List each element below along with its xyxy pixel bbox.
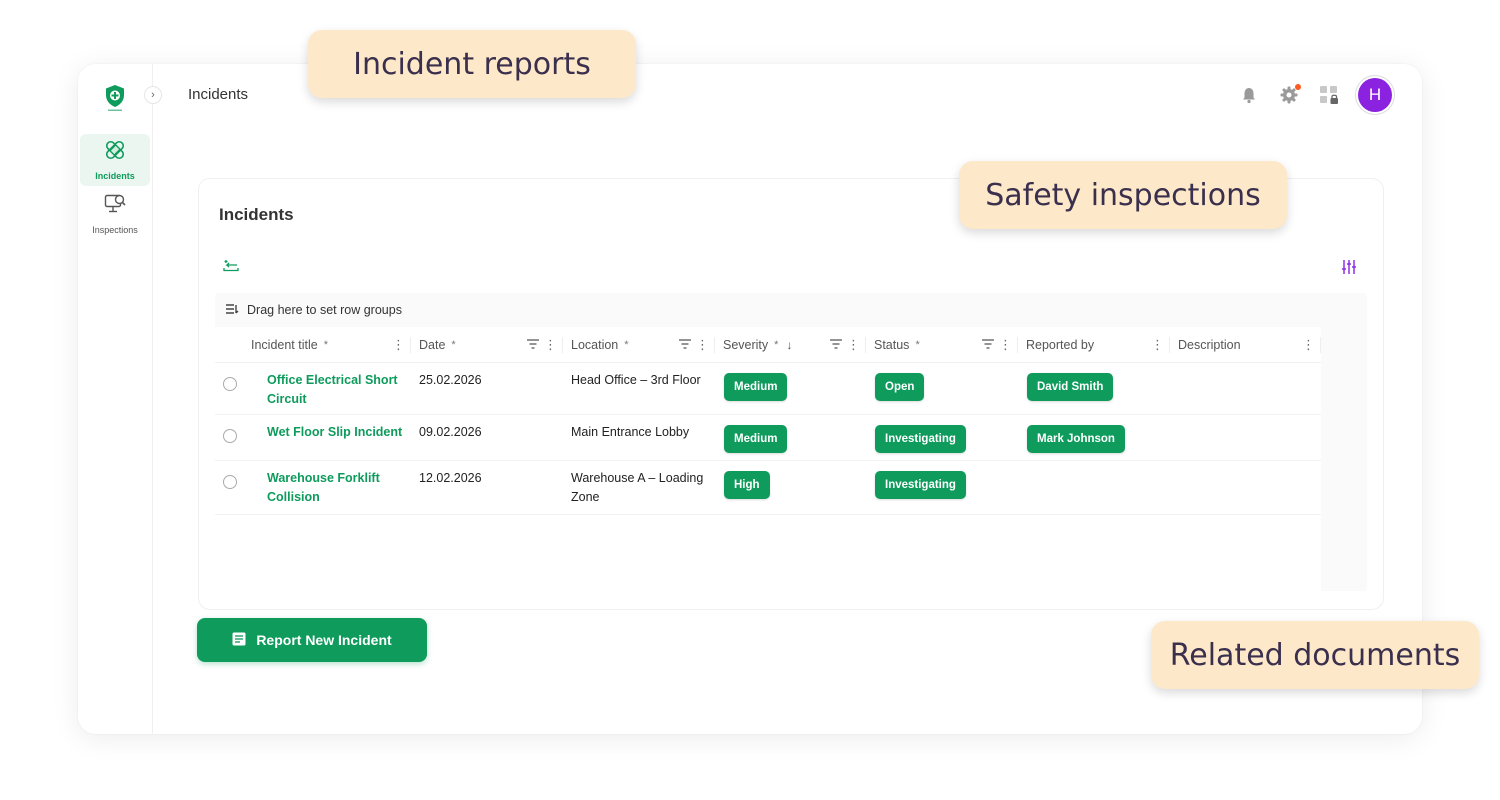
- report-button-label: Report New Incident: [256, 632, 392, 648]
- back-add-icon[interactable]: [223, 259, 239, 278]
- status-badge: Investigating: [875, 425, 966, 453]
- column-header-reported-by[interactable]: Reported by ⋮: [1018, 327, 1170, 363]
- column-menu-icon[interactable]: ⋮: [696, 337, 709, 353]
- incident-title-link[interactable]: Office Electrical Short Circuit: [267, 371, 407, 409]
- column-menu-icon[interactable]: ⋮: [847, 337, 860, 353]
- status-badge: Investigating: [875, 471, 966, 499]
- notification-dot: [1295, 84, 1301, 90]
- group-panel-text: Drag here to set row groups: [247, 303, 402, 317]
- column-header-location[interactable]: Location * ⋮: [563, 327, 715, 363]
- filter-icon[interactable]: [527, 338, 539, 352]
- bandage-icon: [104, 139, 126, 166]
- required-asterisk-icon: *: [624, 339, 629, 351]
- required-asterisk-icon: *: [774, 339, 779, 351]
- location-cell: Main Entrance Lobby: [571, 425, 690, 439]
- date-cell: 09.02.2026: [419, 425, 482, 439]
- callout-related-documents: Related documents: [1151, 621, 1479, 689]
- column-header-severity[interactable]: Severity * ↓ ⋮: [715, 327, 866, 363]
- date-cell: 25.02.2026: [419, 373, 482, 387]
- reporter-badge: Mark Johnson: [1027, 425, 1125, 453]
- card-title: Incidents: [219, 205, 294, 224]
- column-header-label: Location: [571, 338, 619, 352]
- report-new-incident-button[interactable]: Report New Incident: [197, 618, 427, 662]
- required-asterisk-icon: *: [451, 339, 456, 351]
- shield-logo-icon: [104, 84, 126, 112]
- row-select-radio[interactable]: [223, 429, 237, 443]
- callout-incident-reports: Incident reports: [308, 30, 636, 98]
- column-header-label: Date: [419, 338, 446, 352]
- column-header-incident-title[interactable]: Incident title * ⋮: [251, 327, 411, 363]
- table-row[interactable]: Warehouse Forklift Collision 12.02.2026 …: [215, 461, 1321, 515]
- date-cell: 12.02.2026: [419, 471, 482, 485]
- reporter-badge: David Smith: [1027, 373, 1114, 401]
- column-header-status[interactable]: Status * ⋮: [866, 327, 1018, 363]
- sidebar-item-label: Incidents: [95, 171, 135, 181]
- table-row[interactable]: Wet Floor Slip Incident 09.02.2026 Main …: [215, 415, 1321, 461]
- chevron-right-icon: ›: [151, 89, 155, 101]
- incident-title-link[interactable]: Warehouse Forklift Collision: [267, 469, 407, 507]
- column-header-description[interactable]: Description ⋮: [1170, 327, 1321, 363]
- grid-body: Incident title * ⋮ Date * ⋮ Location * ⋮: [215, 327, 1321, 591]
- column-header-label: Reported by: [1026, 338, 1095, 352]
- column-settings-icon[interactable]: [1341, 259, 1357, 280]
- filter-icon[interactable]: [830, 338, 842, 352]
- row-select-radio[interactable]: [223, 377, 237, 391]
- avatar[interactable]: H: [1358, 78, 1392, 112]
- apps-lock-icon[interactable]: [1318, 84, 1340, 106]
- table-row[interactable]: Office Electrical Short Circuit 25.02.20…: [215, 363, 1321, 415]
- sidebar: Incidents Inspections: [78, 64, 153, 734]
- grid-header: Incident title * ⋮ Date * ⋮ Location * ⋮: [215, 327, 1321, 363]
- location-cell: Warehouse A – Loading Zone: [571, 471, 704, 504]
- sidebar-item-inspections[interactable]: Inspections: [80, 188, 150, 240]
- sort-descending-icon[interactable]: ↓: [786, 338, 792, 352]
- row-group-panel[interactable]: Drag here to set row groups: [215, 293, 1367, 327]
- document-icon: [232, 632, 246, 649]
- group-rows-icon: [225, 303, 239, 318]
- incident-title-link[interactable]: Wet Floor Slip Incident: [267, 423, 417, 442]
- sidebar-item-label: Inspections: [92, 225, 138, 235]
- column-header-label: Incident title: [251, 338, 318, 352]
- callout-safety-inspections: Safety inspections: [959, 161, 1287, 229]
- monitor-search-icon: [104, 193, 126, 220]
- incidents-grid: Drag here to set row groups Incident tit…: [215, 293, 1367, 591]
- severity-badge: High: [724, 471, 770, 499]
- row-select-radio[interactable]: [223, 475, 237, 489]
- page-title: Incidents: [188, 86, 249, 103]
- location-cell: Head Office – 3rd Floor: [571, 373, 701, 387]
- status-badge: Open: [875, 373, 925, 401]
- filter-icon[interactable]: [679, 338, 691, 352]
- column-header-date[interactable]: Date * ⋮: [411, 327, 563, 363]
- column-menu-icon[interactable]: ⋮: [1151, 337, 1164, 353]
- incidents-card: Incidents Drag here to set row groups In…: [198, 178, 1384, 610]
- required-asterisk-icon: *: [323, 339, 328, 351]
- header-actions: H: [1238, 78, 1392, 112]
- filter-icon[interactable]: [982, 338, 994, 352]
- column-menu-icon[interactable]: ⋮: [392, 337, 405, 353]
- sidebar-toggle-button[interactable]: ›: [144, 86, 162, 104]
- column-menu-icon[interactable]: ⋮: [999, 337, 1012, 353]
- bell-icon[interactable]: [1238, 84, 1260, 106]
- column-separator: [1320, 337, 1321, 353]
- severity-badge: Medium: [724, 373, 788, 401]
- column-menu-icon[interactable]: ⋮: [544, 337, 557, 353]
- column-menu-icon[interactable]: ⋮: [1302, 337, 1315, 353]
- sidebar-item-incidents[interactable]: Incidents: [80, 134, 150, 186]
- column-header-label: Status: [874, 338, 910, 352]
- column-header-label: Description: [1178, 338, 1241, 352]
- column-header-label: Severity: [723, 338, 769, 352]
- severity-badge: Medium: [724, 425, 788, 453]
- gear-icon[interactable]: [1278, 84, 1301, 106]
- required-asterisk-icon: *: [915, 339, 920, 351]
